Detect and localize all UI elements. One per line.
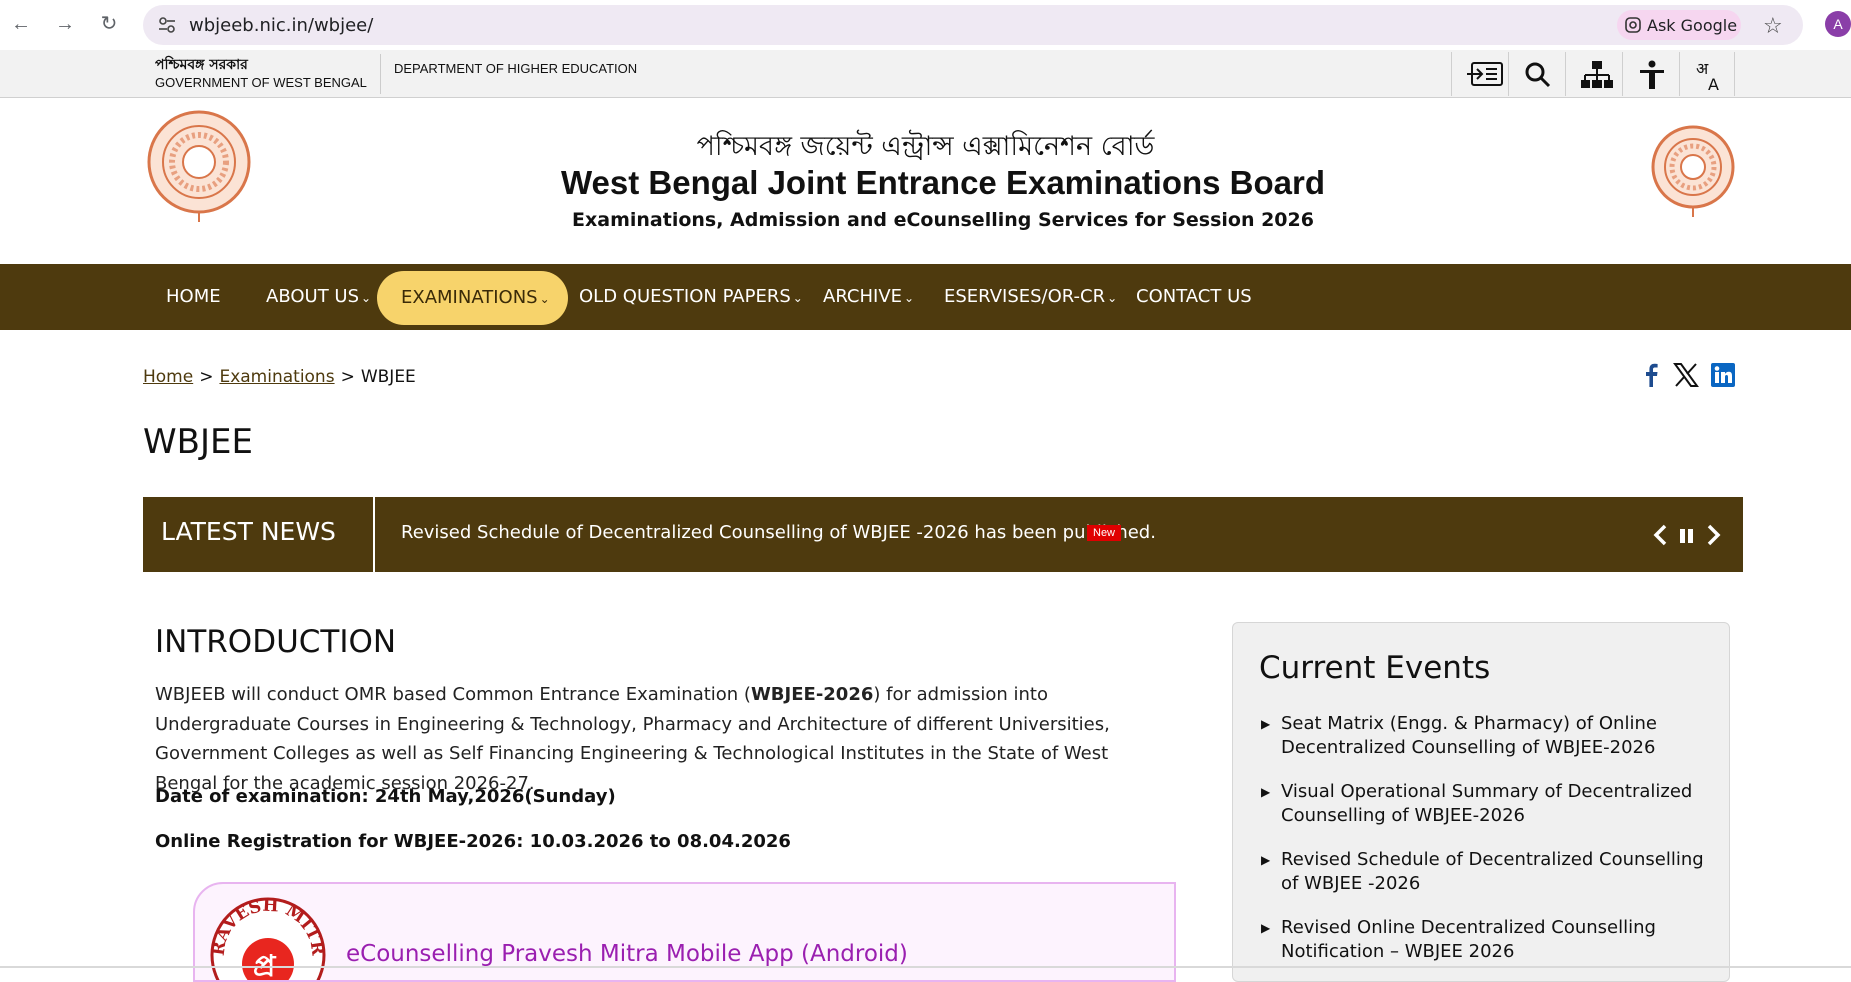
chevron-down-icon: ⌄ [904, 291, 915, 305]
pravesh-mitra-logo[interactable]: PRAVESH MITRA প্র [209, 896, 327, 982]
nav-about-us[interactable]: ABOUT US ⌄ [266, 264, 371, 330]
introduction-text: WBJEEB will conduct OMR based Common Ent… [155, 680, 1175, 798]
nav-examinations[interactable]: EXAMINATIONS ⌄ [377, 271, 568, 325]
current-event-item[interactable]: ▶ Visual Operational Summary of Decentra… [1261, 780, 1711, 828]
nav-examinations-label: EXAMINATIONS [401, 287, 538, 308]
current-event-label: Seat Matrix (Engg. & Pharmacy) of Online… [1281, 713, 1657, 758]
government-label-bengali: পশ্চিমবঙ্গ সরকার [155, 57, 248, 73]
current-event-item[interactable]: ▶ Seat Matrix (Engg. & Pharmacy) of Onli… [1261, 712, 1711, 760]
pause-icon[interactable] [1678, 527, 1696, 545]
nav-archive-label: ARCHIVE [823, 286, 903, 307]
site-info-icon[interactable] [157, 15, 177, 35]
latest-news-label: LATEST NEWS [161, 517, 336, 546]
nav-eservises-label: ESERVISES/OR-CR [944, 286, 1106, 307]
site-title: West Bengal Joint Entrance Examinations … [560, 164, 1326, 201]
current-events-panel: Current Events ▶ Seat Matrix (Engg. & Ph… [1232, 622, 1730, 982]
triangle-right-icon: ▶ [1261, 785, 1271, 799]
current-events-title: Current Events [1259, 650, 1491, 686]
site-subtitle: Examinations, Admission and eCounselling… [572, 209, 1314, 231]
intro-text-bold: WBJEE-2026 [750, 684, 874, 705]
current-event-label: Visual Operational Summary of Decentrali… [1281, 781, 1693, 826]
nav-home[interactable]: HOME [166, 264, 221, 330]
chevron-right-icon[interactable] [1704, 524, 1722, 546]
triangle-right-icon: ▶ [1261, 717, 1271, 731]
divider [373, 497, 375, 572]
government-strip: পশ্চিমবঙ্গ সরকার GOVERNMENT OF WEST BENG… [0, 50, 1851, 98]
ask-google-label: Ask Google [1647, 16, 1738, 35]
breadcrumb: Home > Examinations > WBJEE [143, 367, 416, 387]
chevron-down-icon: ⌄ [792, 291, 803, 305]
nav-eservises[interactable]: ESERVISES/OR-CR ⌄ [944, 264, 1117, 330]
breadcrumb-examinations[interactable]: Examinations [219, 367, 334, 387]
skip-to-content-icon [1467, 62, 1503, 86]
government-label-english: GOVERNMENT OF WEST BENGAL [155, 75, 367, 90]
search-button[interactable] [1508, 52, 1564, 96]
government-label: পশ্চিমবঙ্গ সরকার GOVERNMENT OF WEST BENG… [155, 56, 367, 92]
nav-old-question-papers[interactable]: OLD QUESTION PAPERS ⌄ [579, 264, 803, 330]
skip-to-content-button[interactable] [1451, 52, 1507, 96]
triangle-right-icon: ▶ [1261, 853, 1271, 867]
breadcrumb-separator: > [199, 367, 214, 387]
search-icon [1525, 62, 1551, 88]
x-icon[interactable] [1673, 362, 1699, 388]
intro-text-part: WBJEEB will conduct OMR based Common Ent… [155, 684, 751, 705]
site-header: পশ্চিমবঙ্গ জয়েন্ট এন্ট্রান্স এক্সামিনেশ… [0, 98, 1851, 264]
chevron-down-icon: ⌄ [361, 291, 372, 305]
language-icon: अ A [1696, 60, 1719, 92]
current-event-label: Revised Online Decentralized Counselling… [1281, 917, 1656, 962]
svg-text:A: A [1708, 75, 1719, 92]
bookmark-star-icon[interactable]: ☆ [1763, 13, 1783, 39]
introduction-heading: INTRODUCTION [155, 624, 397, 660]
page-title: WBJEE [143, 422, 253, 462]
latest-news-item[interactable]: Revised Schedule of Decentralized Counse… [401, 522, 1156, 543]
forward-arrow-icon[interactable]: → [51, 10, 79, 38]
back-arrow-icon[interactable]: ← [7, 10, 35, 38]
ask-google-button[interactable]: Ask Google [1617, 10, 1741, 40]
nav-contact-us-label: CONTACT US [1136, 286, 1252, 307]
nav-old-question-papers-label: OLD QUESTION PAPERS [579, 286, 791, 307]
nav-home-label: HOME [166, 286, 221, 307]
chevron-down-icon: ⌄ [539, 292, 550, 306]
linkedin-icon[interactable] [1710, 362, 1736, 388]
sitemap-icon [1581, 61, 1613, 88]
new-badge: New [1087, 525, 1122, 541]
registration-dates: Online Registration for WBJEE-2026: 10.0… [155, 831, 791, 852]
pravesh-mitra-app-link[interactable]: eCounselling Pravesh Mitra Mobile App (A… [346, 941, 908, 967]
main-navigation: HOME ABOUT US ⌄ EXAMINATIONS ⌄ OLD QUESTIO… [0, 264, 1851, 330]
nav-archive[interactable]: ARCHIVE ⌄ [823, 264, 914, 330]
accessibility-icon [1640, 60, 1664, 89]
url-text[interactable]: wbjeeb.nic.in/wbjee/ [189, 15, 373, 36]
department-label: DEPARTMENT OF HIGHER EDUCATION [394, 61, 638, 76]
exam-date: Date of examination: 24th May,2026(Sunda… [155, 786, 616, 807]
accessibility-button[interactable] [1622, 52, 1678, 96]
address-bar[interactable]: wbjeeb.nic.in/wbjee/ Ask Google ☆ [143, 5, 1803, 45]
reload-icon[interactable]: ↻ [95, 10, 123, 38]
current-event-item[interactable]: ▶ Revised Online Decentralized Counselli… [1261, 916, 1711, 964]
facebook-icon[interactable] [1638, 362, 1664, 388]
breadcrumb-home[interactable]: Home [143, 367, 193, 387]
profile-avatar[interactable]: A [1825, 11, 1851, 37]
chevron-down-icon: ⌄ [1107, 291, 1118, 305]
latest-news-bar: LATEST NEWS Revised Schedule of Decentra… [143, 497, 1743, 572]
nav-contact-us[interactable]: CONTACT US [1136, 264, 1252, 330]
triangle-right-icon: ▶ [1261, 921, 1271, 935]
divider [380, 54, 381, 94]
lens-icon [1625, 17, 1641, 33]
language-button[interactable]: अ A [1679, 52, 1735, 96]
chevron-left-icon[interactable] [1652, 524, 1670, 546]
nav-about-us-label: ABOUT US [266, 286, 360, 307]
browser-toolbar: ← → ↻ wbjeeb.nic.in/wbjee/ Ask Google ☆ … [0, 0, 1851, 48]
current-event-item[interactable]: ▶ Revised Schedule of Decentralized Coun… [1261, 848, 1711, 896]
sitemap-button[interactable] [1565, 52, 1621, 96]
breadcrumb-separator: > [340, 367, 355, 387]
breadcrumb-current: WBJEE [360, 367, 416, 387]
current-event-label: Revised Schedule of Decentralized Counse… [1281, 849, 1704, 894]
